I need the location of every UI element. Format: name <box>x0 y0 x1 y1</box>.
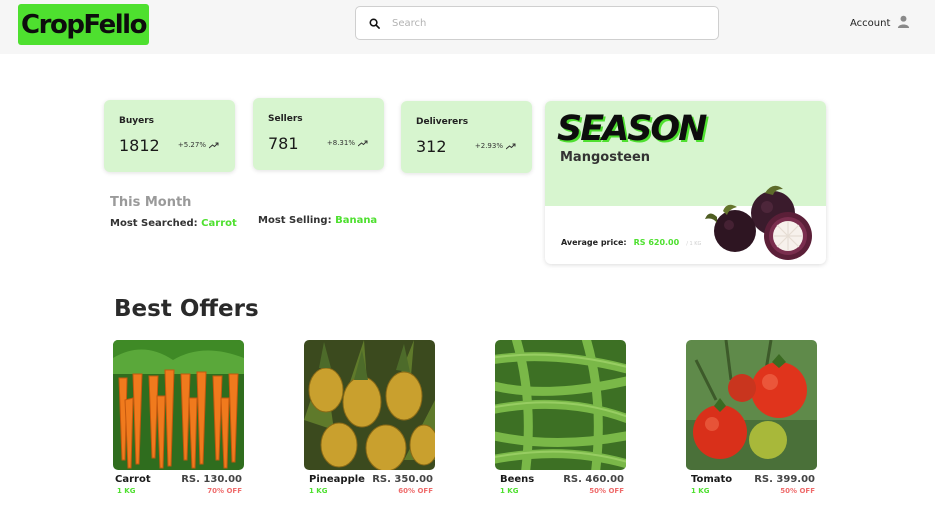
product-name: Pineapple <box>309 474 365 485</box>
product-price: RS. 399.00 <box>754 474 815 485</box>
product-discount: 50% OFF <box>589 487 624 495</box>
stat-change: +2.93% <box>475 142 516 150</box>
mangosteen-image <box>705 185 812 260</box>
this-month-title: This Month <box>110 195 192 210</box>
product-quantity: 1 KG <box>309 487 328 495</box>
beens-image[interactable] <box>495 340 626 470</box>
most-searched-label: Most Searched: <box>110 218 198 229</box>
average-price-label: Average price: <box>561 238 627 247</box>
stat-value: 1812 <box>119 136 160 155</box>
product-card-beens[interactable]: Beens RS. 460.00 1 KG 50% OFF <box>495 340 626 495</box>
account-label: Account <box>850 17 891 29</box>
pineapple-image[interactable] <box>304 340 435 470</box>
season-card[interactable]: SEASON Mangosteen Average price: RS 620.… <box>545 101 826 264</box>
product-card-pineapple[interactable]: Pineapple RS. 350.00 1 KG 60% OFF <box>304 340 435 495</box>
stat-label: Buyers <box>119 116 155 126</box>
average-price-unit: / 1 KG <box>686 241 702 247</box>
season-title: SEASON <box>557 109 707 149</box>
season-price-row: Average price: RS 620.00 / 1 KG <box>561 238 701 247</box>
search-input[interactable] <box>392 17 692 29</box>
stat-label: Sellers <box>268 114 303 124</box>
best-offers-title: Best Offers <box>114 296 259 322</box>
product-price: RS. 460.00 <box>563 474 624 485</box>
carrot-image[interactable] <box>113 340 244 470</box>
most-searched-value[interactable]: Carrot <box>201 218 237 229</box>
product-quantity: 1 KG <box>500 487 519 495</box>
product-discount: 70% OFF <box>207 487 242 495</box>
stat-change: +8.31% <box>327 139 368 147</box>
most-selling-label: Most Selling: <box>258 215 332 226</box>
stat-value: 312 <box>416 137 447 156</box>
product-discount: 50% OFF <box>780 487 815 495</box>
season-fruit-name: Mangosteen <box>560 150 651 165</box>
product-card-tomato[interactable]: Tomato RS. 399.00 1 KG 50% OFF <box>686 340 817 495</box>
product-price: RS. 350.00 <box>372 474 433 485</box>
logo[interactable]: CropFello <box>18 4 149 45</box>
product-quantity: 1 KG <box>691 487 710 495</box>
trend-up-icon <box>506 143 516 149</box>
logo-text: CropFello <box>21 9 147 40</box>
top-bar: CropFello Account <box>0 0 935 54</box>
product-discount: 60% OFF <box>398 487 433 495</box>
stat-card-deliverers[interactable]: Deliverers 312 +2.93% <box>401 101 532 173</box>
product-card-carrot[interactable]: Carrot RS. 130.00 1 KG 70% OFF <box>113 340 244 495</box>
average-price-value: RS 620.00 <box>633 238 680 247</box>
user-icon <box>897 15 910 31</box>
stat-change-text: +2.93% <box>474 142 503 150</box>
stat-value: 781 <box>268 134 299 153</box>
stat-change-text: +5.27% <box>177 141 206 149</box>
product-price: RS. 130.00 <box>181 474 242 485</box>
account-button[interactable]: Account <box>850 15 910 31</box>
product-name: Tomato <box>691 474 733 485</box>
stat-card-sellers[interactable]: Sellers 781 +8.31% <box>253 98 384 170</box>
most-selling: Most Selling: Banana <box>258 215 377 226</box>
search-bar[interactable] <box>355 6 719 40</box>
stat-change-text: +8.31% <box>326 139 355 147</box>
trend-up-icon <box>358 140 368 146</box>
stat-label: Deliverers <box>416 117 469 127</box>
trend-up-icon <box>209 142 219 148</box>
stat-change: +5.27% <box>178 141 219 149</box>
tomato-image[interactable] <box>686 340 817 470</box>
product-name: Beens <box>500 474 535 485</box>
product-name: Carrot <box>115 474 151 485</box>
search-icon[interactable] <box>356 18 392 29</box>
most-searched: Most Searched: Carrot <box>110 218 237 229</box>
product-quantity: 1 KG <box>117 487 136 495</box>
stat-card-buyers[interactable]: Buyers 1812 +5.27% <box>104 100 235 172</box>
most-selling-value[interactable]: Banana <box>335 215 377 226</box>
